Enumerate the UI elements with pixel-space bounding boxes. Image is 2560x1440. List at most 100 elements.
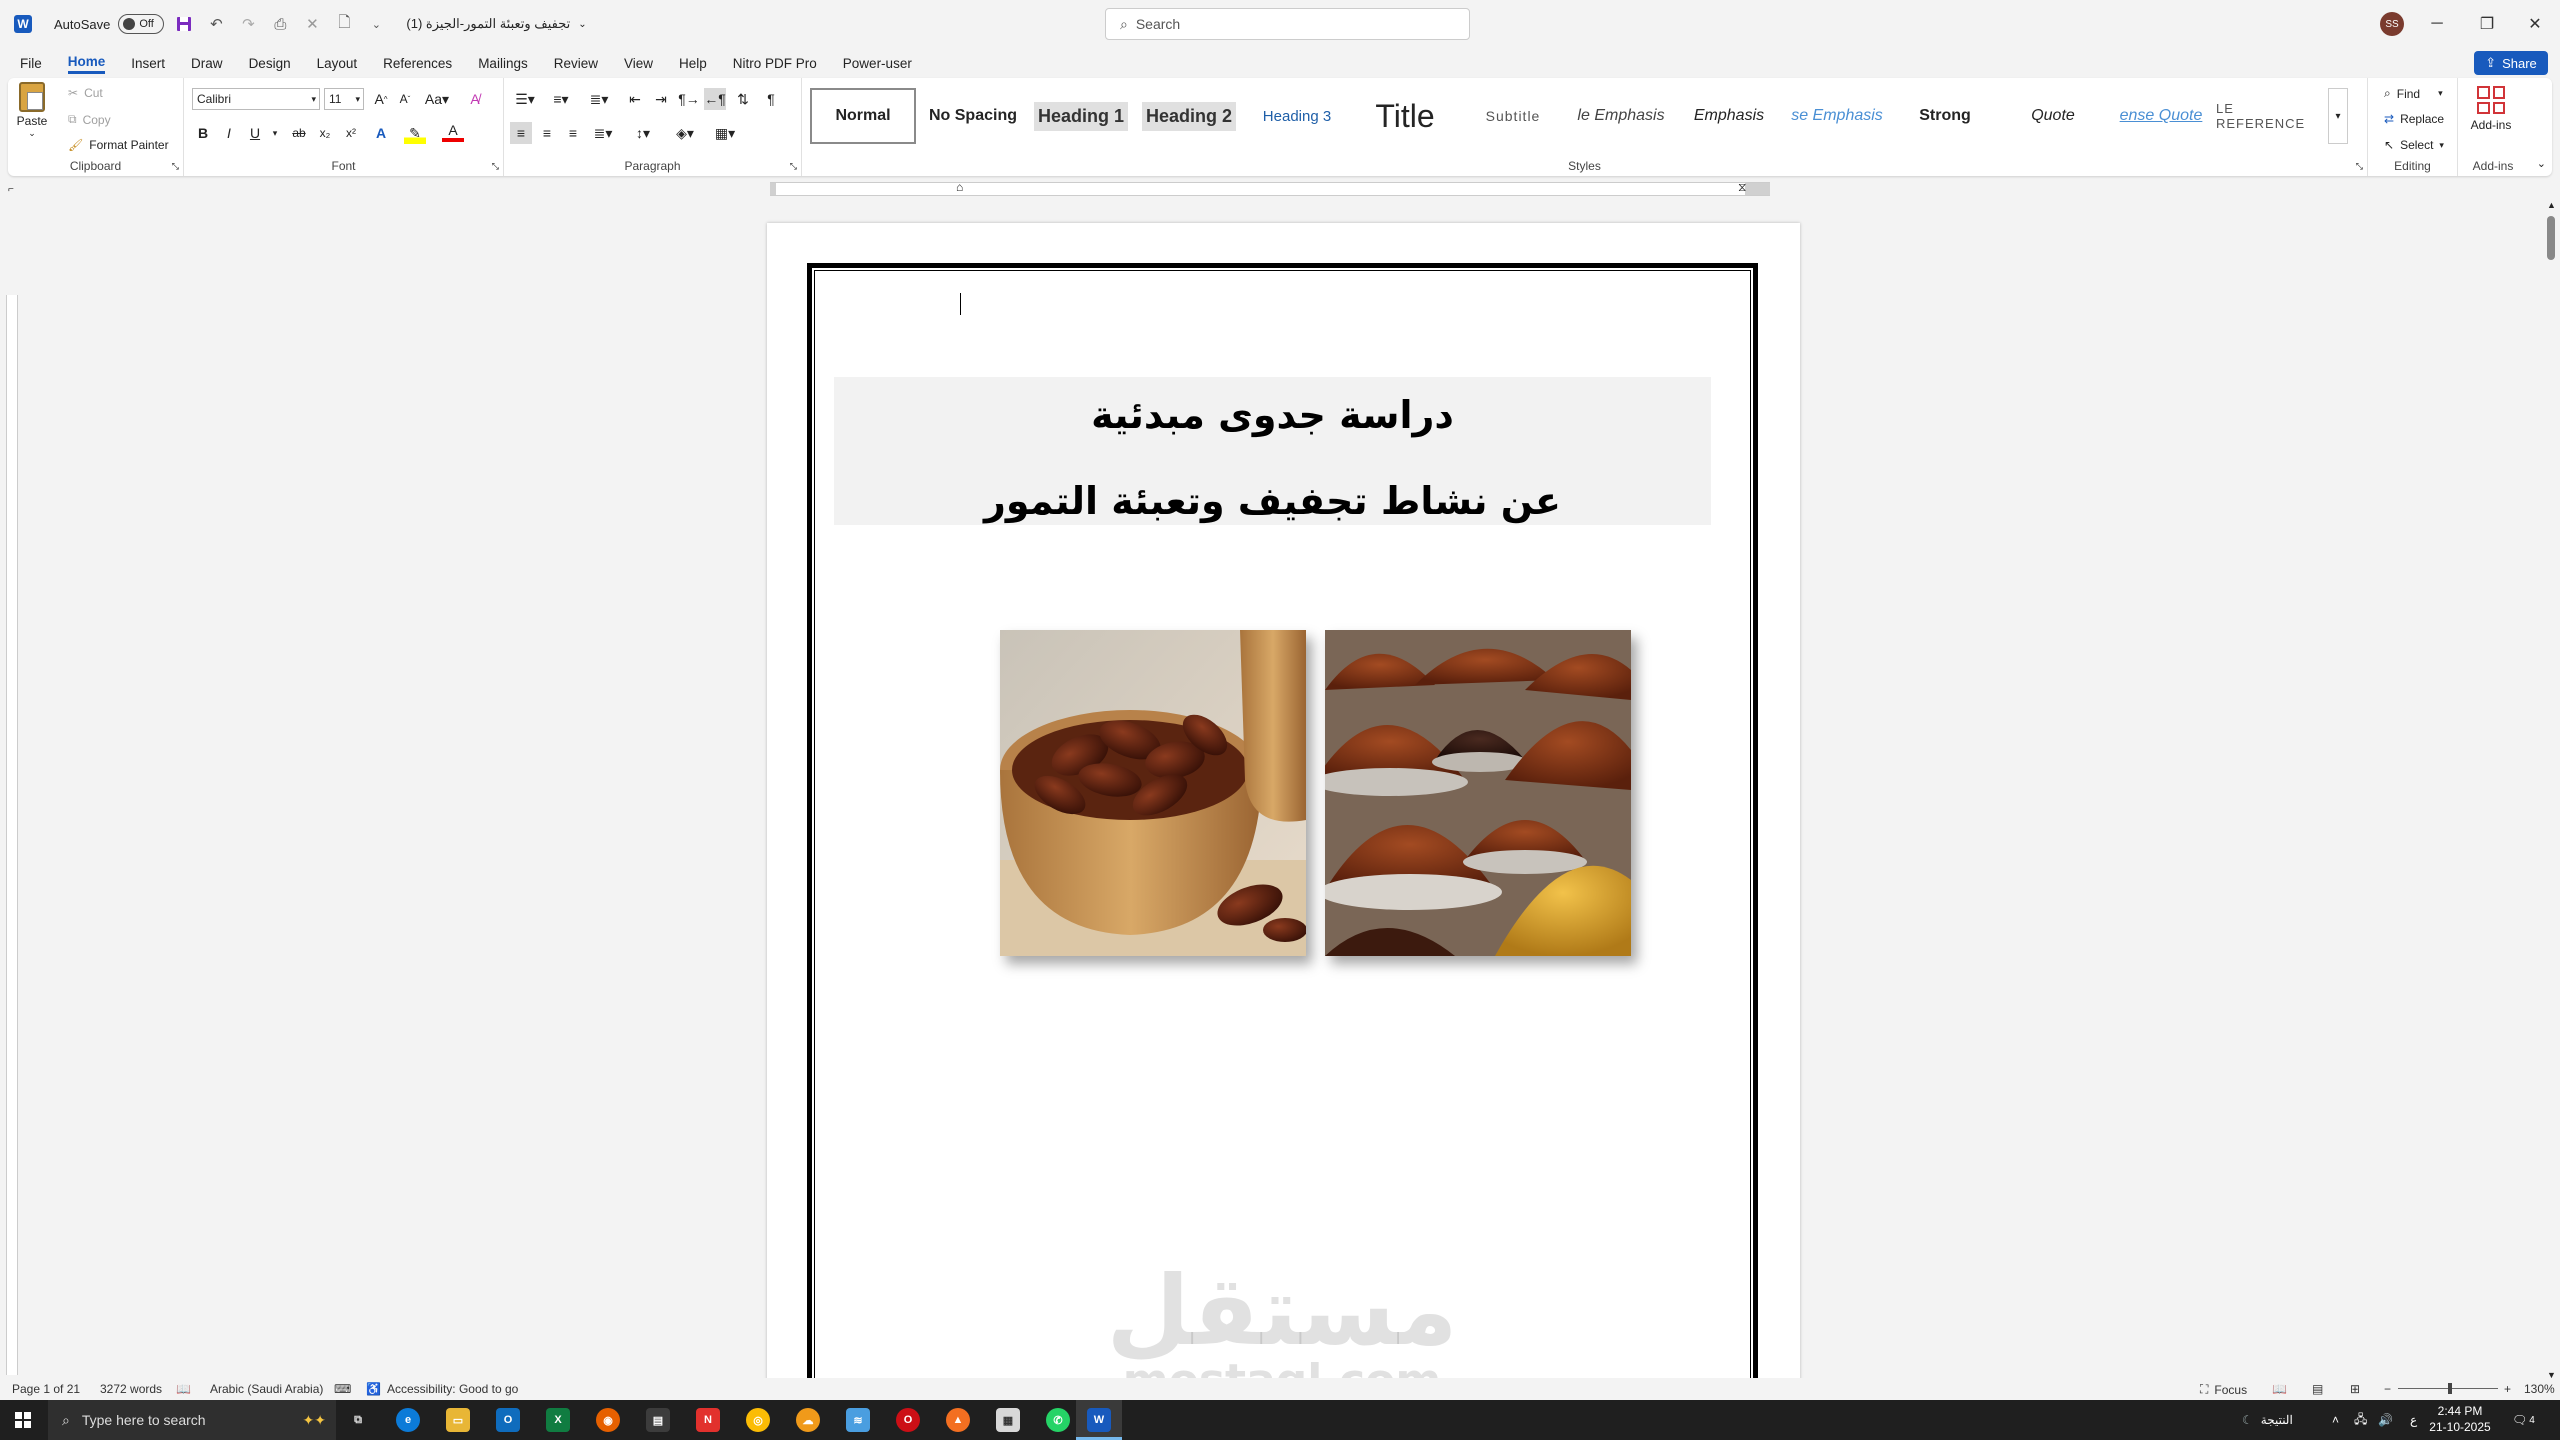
print-preview-icon[interactable]: ⎙	[268, 12, 292, 36]
close-icon[interactable]: ✕	[2512, 0, 2558, 48]
pilcrow-icon[interactable]: ¶	[760, 88, 782, 110]
start-button[interactable]	[0, 1400, 46, 1440]
zoom-slider-thumb[interactable]	[2448, 1383, 2452, 1394]
bold-icon[interactable]: B	[192, 122, 214, 144]
accessibility-status[interactable]: ♿ Accessibility: Good to go	[366, 1382, 518, 1396]
justify-icon[interactable]: ≣▾	[588, 122, 618, 144]
taskbar-search-input[interactable]: ⌕ Type here to search ✦✦	[48, 1400, 336, 1440]
focus-button[interactable]: ⛶ Focus	[2200, 1382, 2247, 1397]
autosave-toggle[interactable]: Off	[118, 14, 165, 34]
shrink-font-icon[interactable]: Aˇ	[394, 88, 416, 110]
zoom-out-icon[interactable]: −	[2384, 1382, 2391, 1396]
read-mode-icon[interactable]: 📖	[2272, 1382, 2287, 1396]
minimize-icon[interactable]: ─	[2414, 0, 2460, 48]
horizontal-ruler[interactable]: ⌂ ⧖	[770, 180, 1770, 196]
keyboard-language[interactable]: ع	[2410, 1400, 2417, 1440]
style-heading-2[interactable]: Heading 2	[1136, 88, 1242, 144]
close-doc-icon[interactable]: ✕	[300, 12, 324, 36]
tab-draw[interactable]: Draw	[191, 54, 223, 73]
undo-icon[interactable]: ↶	[204, 12, 228, 36]
text-predictions-icon[interactable]: ⌨	[334, 1382, 351, 1396]
avatar[interactable]: SS	[2380, 12, 2404, 36]
dialog-launcher-icon[interactable]: ⤡	[790, 161, 797, 172]
file-explorer-icon[interactable]: ▭	[446, 1408, 470, 1432]
dates-market-image[interactable]	[1325, 630, 1631, 956]
font-size-select[interactable]: 11 ▾	[324, 88, 364, 110]
volume-icon[interactable]: 🔊	[2378, 1400, 2393, 1440]
text-effects-icon[interactable]: A	[370, 122, 392, 144]
document-title-block[interactable]: دراسة جدوى مبدئية عن نشاط تجفيف وتعبئة ا…	[834, 377, 1711, 525]
style-intense-emphasis[interactable]: se Emphasis	[1784, 88, 1890, 144]
document-page[interactable]: دراسة جدوى مبدئية عن نشاط تجفيف وتعبئة ا…	[767, 223, 1800, 1383]
style-title[interactable]: Title	[1352, 88, 1458, 144]
style-quote[interactable]: Quote	[2000, 88, 2106, 144]
tab-mailings[interactable]: Mailings	[478, 54, 528, 73]
subscript-icon[interactable]: x₂	[314, 122, 336, 144]
vertical-scrollbar[interactable]: ▲ ▼	[2544, 200, 2558, 1380]
scroll-up-icon[interactable]: ▲	[2547, 200, 2556, 210]
opera-icon[interactable]: O	[896, 1408, 920, 1432]
tab-layout[interactable]: Layout	[317, 54, 358, 73]
weather-widget[interactable]: ☾ النتيجة	[2242, 1400, 2293, 1440]
system-clock[interactable]: 2:44 PM 21-10-2025	[2420, 1403, 2500, 1435]
sort-icon[interactable]: ⇅	[732, 88, 754, 110]
strikethrough-icon[interactable]: ab	[288, 122, 310, 144]
collapse-ribbon-icon[interactable]: ⌄	[2537, 157, 2546, 170]
dates-bowl-image[interactable]	[1000, 630, 1306, 956]
style-heading-3[interactable]: Heading 3	[1244, 88, 1350, 144]
zoom-level[interactable]: 130%	[2524, 1382, 2555, 1396]
scrollbar-thumb[interactable]	[2547, 216, 2555, 260]
tab-references[interactable]: References	[383, 54, 452, 73]
notepad-icon[interactable]: ▤	[646, 1408, 670, 1432]
style-normal[interactable]: Normal	[810, 88, 916, 144]
save-icon[interactable]	[172, 12, 196, 36]
network-icon[interactable]: 🖧	[2354, 1400, 2367, 1440]
rtl-icon[interactable]: ←¶	[704, 88, 726, 110]
grow-font-icon[interactable]: A ^	[370, 88, 392, 110]
proofing-icon[interactable]: 📖	[176, 1382, 191, 1396]
nitro-pdf-icon[interactable]: N	[696, 1408, 720, 1432]
styles-more-icon[interactable]: ▾	[2328, 88, 2348, 144]
cut-button[interactable]: ✂ Cut	[68, 86, 103, 100]
excel-icon[interactable]: X	[546, 1408, 570, 1432]
line-spacing-icon[interactable]: ↕▾	[628, 122, 658, 144]
firefox-icon[interactable]: ◉	[596, 1408, 620, 1432]
italic-icon[interactable]: I	[218, 122, 240, 144]
share-button[interactable]: ⇪ Share	[2474, 51, 2548, 75]
weather-app-icon[interactable]: ☁	[796, 1408, 820, 1432]
tab-insert[interactable]: Insert	[131, 54, 165, 73]
tab-design[interactable]: Design	[249, 54, 291, 73]
increase-indent-icon[interactable]: ⇥	[650, 88, 672, 110]
select-button[interactable]: ↖ Select ▾	[2384, 138, 2444, 152]
dialog-launcher-icon[interactable]: ⤡	[2356, 161, 2363, 172]
font-color-icon[interactable]: A	[442, 122, 464, 142]
style-strong[interactable]: Strong	[1892, 88, 1998, 144]
style-heading-1[interactable]: Heading 1	[1028, 88, 1134, 144]
chevron-down-icon[interactable]: ⌄	[578, 19, 586, 30]
replace-button[interactable]: ⇄ Replace	[2384, 112, 2444, 126]
app-icon[interactable]: ≋	[846, 1408, 870, 1432]
style-subtle-reference[interactable]: LE REFERENCE	[2216, 88, 2322, 144]
whatsapp-icon[interactable]: ✆	[1046, 1408, 1070, 1432]
indent-marker-icon[interactable]: ⌂	[956, 180, 963, 194]
search-input[interactable]: ⌕ Search	[1105, 8, 1470, 40]
tab-selector-icon[interactable]: ⌐	[8, 184, 14, 195]
align-right-icon[interactable]: ≡	[562, 122, 584, 144]
word-taskbar-button[interactable]: W	[1076, 1400, 1122, 1440]
edge-icon[interactable]: e	[396, 1408, 420, 1432]
tab-help[interactable]: Help	[679, 54, 707, 73]
copy-button[interactable]: ⧉ Copy	[68, 112, 111, 127]
align-center-icon[interactable]: ≡	[536, 122, 558, 144]
indent-marker-icon[interactable]: ⧖	[1738, 180, 1746, 195]
restore-icon[interactable]: ❐	[2464, 0, 2510, 48]
tab-power-user[interactable]: Power-user	[843, 54, 912, 73]
superscript-icon[interactable]: x²	[340, 122, 362, 144]
style-no-spacing[interactable]: No Spacing	[920, 88, 1026, 144]
addins-button[interactable]: Add-ins	[2468, 86, 2514, 132]
tab-file[interactable]: File	[20, 54, 42, 73]
style-subtle-emphasis[interactable]: le Emphasis	[1568, 88, 1674, 144]
clear-formatting-icon[interactable]: A̸	[464, 88, 486, 110]
dialog-launcher-icon[interactable]: ⤡	[172, 161, 179, 172]
word-count[interactable]: 3272 words	[100, 1382, 162, 1396]
print-layout-icon[interactable]: ▤	[2312, 1382, 2323, 1396]
